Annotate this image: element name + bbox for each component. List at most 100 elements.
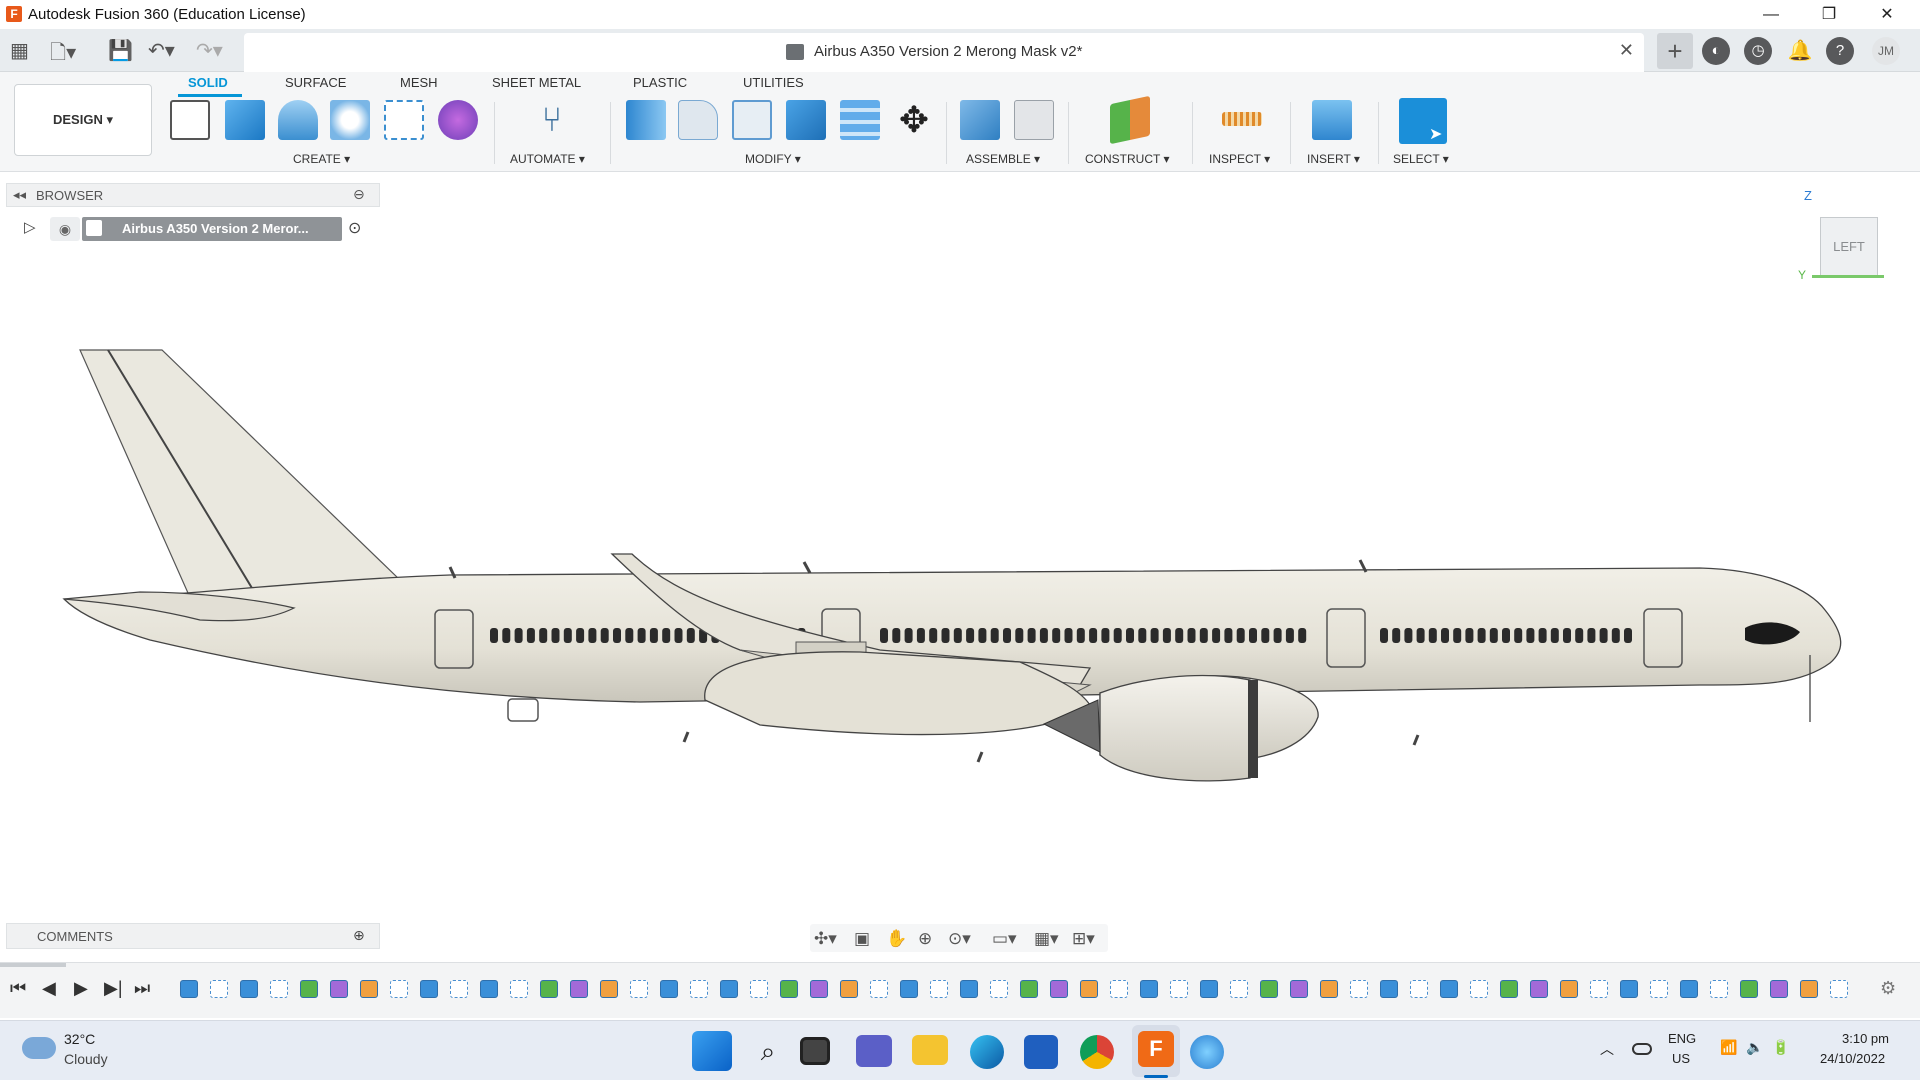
shell-icon[interactable] xyxy=(732,100,772,140)
timeline-feature[interactable] xyxy=(870,980,888,998)
app-grid-icon[interactable]: ▦ xyxy=(10,38,29,63)
orbit-icon[interactable]: ✣▾ xyxy=(814,929,837,949)
grid-settings-icon[interactable]: ▦▾ xyxy=(1034,929,1059,949)
wifi-icon[interactable]: 📶 xyxy=(1720,1039,1737,1056)
file-menu-icon[interactable]: 🗋▾ xyxy=(50,38,76,72)
timeline-feature[interactable] xyxy=(840,980,858,998)
timeline-feature[interactable] xyxy=(510,980,528,998)
timeline-feature[interactable] xyxy=(1590,980,1608,998)
edge-browser-icon[interactable] xyxy=(970,1035,1004,1069)
timeline-feature[interactable] xyxy=(1440,980,1458,998)
fit-icon[interactable]: ⊙▾ xyxy=(948,929,971,949)
timeline-feature[interactable] xyxy=(1230,980,1248,998)
timeline-next-icon[interactable]: ▶| xyxy=(104,978,123,999)
start-windows-icon[interactable] xyxy=(692,1031,732,1071)
timeline-feature[interactable] xyxy=(630,980,648,998)
fusion360-taskbar-icon[interactable]: F xyxy=(1138,1031,1174,1067)
clock-time[interactable]: 3:10 pm xyxy=(1842,1031,1889,1046)
timeline-feature[interactable] xyxy=(1410,980,1428,998)
combine-icon[interactable] xyxy=(786,100,826,140)
tab-mesh[interactable]: MESH xyxy=(400,75,438,90)
close-window-button[interactable]: ✕ xyxy=(1864,0,1910,29)
search-icon[interactable]: ⌕ xyxy=(748,1031,788,1071)
timeline-feature[interactable] xyxy=(990,980,1008,998)
timeline-feature[interactable] xyxy=(450,980,468,998)
timeline-feature[interactable] xyxy=(1680,980,1698,998)
timeline-feature[interactable] xyxy=(1080,980,1098,998)
timeline-feature[interactable] xyxy=(1140,980,1158,998)
pattern-icon[interactable] xyxy=(384,100,424,140)
tab-plastic[interactable]: PLASTIC xyxy=(633,75,687,90)
user-avatar[interactable]: JM xyxy=(1872,37,1900,65)
tab-utilities[interactable]: UTILITIES xyxy=(743,75,804,90)
revolve-icon[interactable] xyxy=(278,100,318,140)
press-pull-icon[interactable] xyxy=(626,100,666,140)
timeline-feature[interactable] xyxy=(1200,980,1218,998)
file-explorer-icon[interactable] xyxy=(912,1035,948,1065)
timeline-feature[interactable] xyxy=(270,980,288,998)
timeline-feature[interactable] xyxy=(1260,980,1278,998)
timeline-feature[interactable] xyxy=(360,980,378,998)
split-body-icon[interactable] xyxy=(840,100,880,140)
pan-icon[interactable]: ✋ xyxy=(886,929,907,949)
redo-icon[interactable]: ↷▾ xyxy=(196,38,223,63)
move-copy-icon[interactable]: ✥ xyxy=(894,100,934,140)
offset-plane-icon[interactable] xyxy=(1110,95,1150,145)
timeline-feature[interactable] xyxy=(1320,980,1338,998)
timeline-feature[interactable] xyxy=(600,980,618,998)
timeline-feature[interactable] xyxy=(1500,980,1518,998)
timeline-feature[interactable] xyxy=(300,980,318,998)
timeline-feature[interactable] xyxy=(660,980,678,998)
timeline-feature[interactable] xyxy=(1380,980,1398,998)
extensions-icon[interactable]: ◐ xyxy=(1702,37,1730,65)
timeline-feature[interactable] xyxy=(690,980,708,998)
chrome-icon[interactable] xyxy=(1080,1035,1114,1069)
teams-chat-icon[interactable] xyxy=(856,1035,892,1067)
job-status-icon[interactable]: ◷ xyxy=(1744,37,1772,65)
construct-group-label[interactable]: CONSTRUCT ▾ xyxy=(1085,152,1169,166)
insert-group-label[interactable]: INSERT ▾ xyxy=(1307,152,1360,166)
minimize-button[interactable]: — xyxy=(1748,0,1794,29)
timeline-feature[interactable] xyxy=(210,980,228,998)
battery-icon[interactable]: 🔋 xyxy=(1772,1039,1789,1056)
insert-image-icon[interactable] xyxy=(1312,100,1352,140)
timeline-feature[interactable] xyxy=(1620,980,1638,998)
timeline-feature[interactable] xyxy=(1740,980,1758,998)
language-line1[interactable]: ENG xyxy=(1668,1031,1696,1046)
viewcube[interactable]: LEFT xyxy=(1820,217,1878,277)
timeline-feature[interactable] xyxy=(480,980,498,998)
clock-date[interactable]: 24/10/2022 xyxy=(1820,1051,1885,1066)
undo-icon[interactable]: ↶▾ xyxy=(148,38,175,63)
workspace-selector[interactable]: DESIGN ▾ xyxy=(14,84,152,156)
form-icon[interactable] xyxy=(438,100,478,140)
timeline-feature[interactable] xyxy=(420,980,438,998)
extrude-icon[interactable] xyxy=(225,100,265,140)
create-sketch-icon[interactable] xyxy=(170,100,210,140)
tab-surface[interactable]: SURFACE xyxy=(285,75,346,90)
automate-icon[interactable]: ⑂ xyxy=(532,100,572,140)
timeline-feature[interactable] xyxy=(570,980,588,998)
tab-solid[interactable]: SOLID xyxy=(188,75,228,90)
timeline-feature[interactable] xyxy=(240,980,258,998)
notifications-icon[interactable]: 🔔 xyxy=(1786,37,1814,65)
fillet-icon[interactable] xyxy=(678,100,718,140)
document-tab[interactable]: Airbus A350 Version 2 Merong Mask v2* ✕ xyxy=(244,33,1644,72)
assemble-group-label[interactable]: ASSEMBLE ▾ xyxy=(966,152,1040,166)
timeline-settings-icon[interactable]: ⚙ xyxy=(1880,978,1896,999)
hole-icon[interactable] xyxy=(330,100,370,140)
weather-cloud-icon[interactable] xyxy=(22,1037,56,1059)
timeline-feature[interactable] xyxy=(390,980,408,998)
timeline-scrollbar[interactable] xyxy=(0,963,66,967)
timeline-start-icon[interactable]: ⏮ xyxy=(10,978,26,999)
timeline-feature[interactable] xyxy=(720,980,738,998)
weather-description[interactable]: Cloudy xyxy=(64,1051,108,1067)
timeline-feature[interactable] xyxy=(1800,980,1818,998)
timeline-feature[interactable] xyxy=(780,980,798,998)
viewports-icon[interactable]: ⊞▾ xyxy=(1072,929,1095,949)
measure-icon[interactable] xyxy=(1222,112,1262,126)
timeline-feature[interactable] xyxy=(1290,980,1308,998)
volume-icon[interactable]: 🔈 xyxy=(1746,1039,1763,1056)
misc-app-icon[interactable] xyxy=(1190,1035,1224,1069)
display-settings-icon[interactable]: ▭▾ xyxy=(992,929,1017,949)
timeline-end-icon[interactable]: ⏭ xyxy=(134,978,150,999)
